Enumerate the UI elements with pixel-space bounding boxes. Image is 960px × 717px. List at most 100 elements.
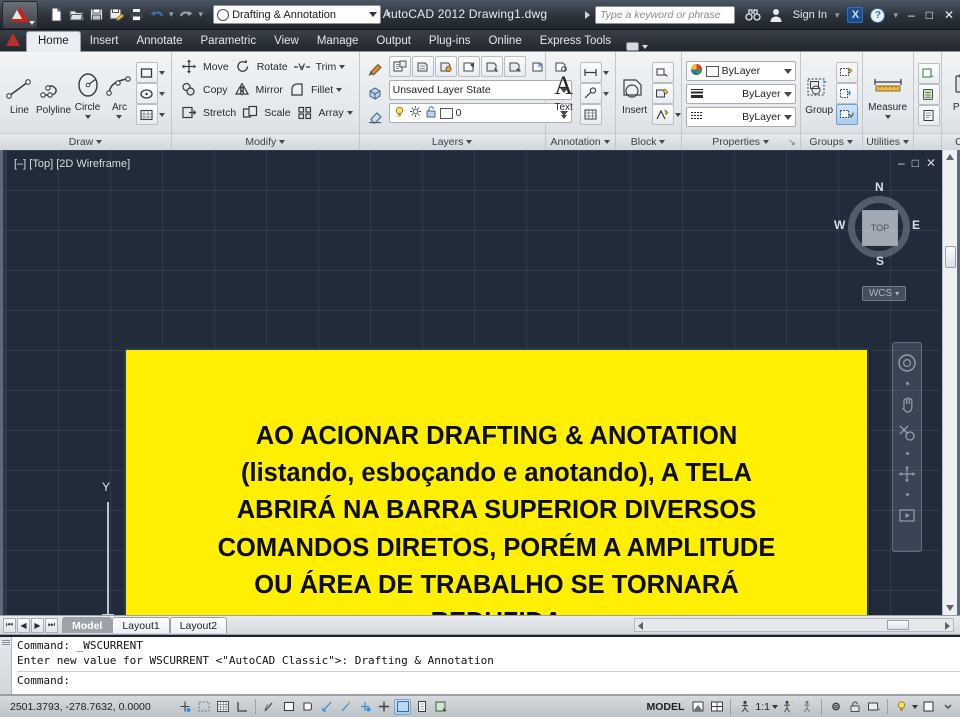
tab-plugins[interactable]: Plug-ins bbox=[420, 32, 480, 51]
chevron-down-icon[interactable] bbox=[346, 110, 353, 115]
ellipse-icon[interactable] bbox=[135, 83, 158, 104]
trim-icon[interactable] bbox=[291, 57, 313, 77]
ribbon-minimize-control[interactable] bbox=[626, 42, 649, 51]
scroll-up-arrow-icon[interactable] bbox=[946, 154, 954, 160]
hatch-icon[interactable] bbox=[135, 104, 158, 125]
edit-block-icon[interactable] bbox=[651, 83, 674, 104]
show-lineweight-icon[interactable] bbox=[394, 698, 411, 715]
dimension-dropdown-caret-icon[interactable] bbox=[602, 62, 611, 83]
measure-button[interactable]: Measure bbox=[867, 68, 909, 119]
drawing-canvas[interactable]: [–] [Top] [2D Wireframe] – □ ✕ Y TOP N S… bbox=[6, 150, 944, 615]
coordinates-display[interactable]: 2501.3793, -278.7632, 0.0000 bbox=[4, 701, 174, 713]
view-cube-east-label[interactable]: E bbox=[912, 218, 920, 232]
transparency-icon[interactable] bbox=[413, 699, 430, 715]
object-snap-icon[interactable] bbox=[280, 699, 297, 715]
layer-previous-icon[interactable] bbox=[457, 56, 480, 77]
panel-title-annotation[interactable]: Annotation bbox=[545, 133, 615, 150]
panel-title-properties[interactable]: Properties ↘ bbox=[681, 133, 800, 150]
tab-annotate[interactable]: Annotate bbox=[127, 32, 191, 51]
open-file-icon[interactable] bbox=[68, 6, 85, 23]
properties-dialog-launcher[interactable]: ↘ bbox=[788, 137, 796, 148]
layer-properties-icon[interactable] bbox=[388, 56, 411, 77]
layer-make-current-icon[interactable] bbox=[411, 56, 434, 77]
chevron-down-icon[interactable] bbox=[336, 87, 343, 92]
polar-tracking-icon[interactable] bbox=[261, 699, 278, 715]
chevron-down-icon[interactable] bbox=[339, 64, 346, 69]
annotation-text-button[interactable]: A Text bbox=[550, 68, 578, 119]
showmotion-icon[interactable] bbox=[896, 505, 918, 525]
panel-title-layers[interactable]: Layers bbox=[359, 133, 545, 150]
minimize-button[interactable]: – bbox=[906, 8, 917, 22]
tab-output[interactable]: Output bbox=[367, 32, 420, 51]
command-prompt[interactable]: Command: bbox=[17, 670, 960, 689]
lightbulb-icon[interactable] bbox=[393, 105, 406, 121]
chevron-down-icon[interactable] bbox=[560, 115, 567, 119]
draw-line-button[interactable]: Line bbox=[4, 71, 35, 116]
ungroup-icon[interactable] bbox=[835, 83, 858, 104]
orbit-icon[interactable] bbox=[896, 464, 918, 484]
panel-title-utilities[interactable]: Utilities bbox=[862, 133, 913, 150]
save-as-icon[interactable] bbox=[108, 6, 125, 23]
view-cube-south-label[interactable]: S bbox=[876, 254, 884, 268]
help-icon[interactable]: ? bbox=[870, 7, 886, 23]
layer-state-combo[interactable]: Unsaved Layer State bbox=[388, 80, 572, 100]
isolate-objects-caret[interactable] bbox=[912, 704, 918, 709]
search-input[interactable]: Type a keyword or phrase bbox=[595, 6, 735, 24]
dimension-icon[interactable] bbox=[579, 62, 602, 83]
clean-screen-icon[interactable] bbox=[920, 699, 937, 715]
properties-linetype-combo[interactable]: ByLayer bbox=[685, 107, 796, 127]
layout-tab-layout2[interactable]: Layout2 bbox=[169, 617, 228, 633]
user-account-icon[interactable] bbox=[769, 7, 786, 24]
sign-in-link[interactable]: Sign In bbox=[793, 9, 827, 21]
vertical-scrollbar[interactable] bbox=[942, 150, 957, 615]
sun-icon[interactable] bbox=[409, 105, 422, 121]
panel-title-block[interactable]: Block bbox=[615, 133, 681, 150]
maximize-button[interactable]: □ bbox=[924, 8, 935, 22]
view-cube[interactable]: TOP N S E W bbox=[834, 180, 920, 272]
fillet-icon[interactable] bbox=[286, 80, 308, 100]
viewport-close-button[interactable]: ✕ bbox=[926, 156, 936, 170]
application-menu-button[interactable] bbox=[2, 0, 38, 29]
layout-tab-model[interactable]: Model bbox=[62, 617, 113, 633]
model-space-label[interactable]: MODEL bbox=[643, 701, 687, 713]
auto-scale-icon[interactable] bbox=[799, 699, 816, 715]
ellipse-dropdown-caret-icon[interactable] bbox=[158, 83, 167, 104]
next-layout-button[interactable]: ▶ bbox=[31, 617, 44, 633]
layer-isolate-icon[interactable] bbox=[480, 56, 503, 77]
array-icon[interactable] bbox=[294, 103, 316, 123]
rectangle-icon[interactable] bbox=[135, 62, 158, 83]
ucs-menu-button[interactable]: WCS ▾ bbox=[862, 286, 906, 301]
quick-properties-icon[interactable] bbox=[432, 699, 449, 715]
modify-copy-label[interactable]: Copy bbox=[203, 84, 228, 96]
previous-layout-button[interactable]: ◀ bbox=[17, 617, 30, 633]
lock-toolbars-icon[interactable] bbox=[846, 699, 863, 715]
panel-title-draw[interactable]: Draw bbox=[0, 133, 171, 150]
draw-polyline-button[interactable]: Polyline bbox=[36, 71, 71, 116]
match-properties-icon[interactable] bbox=[364, 60, 386, 81]
dynamic-input-icon[interactable] bbox=[375, 699, 392, 715]
tab-view[interactable]: View bbox=[265, 32, 308, 51]
layer-unisolate-icon[interactable] bbox=[503, 56, 526, 77]
tab-online[interactable]: Online bbox=[479, 32, 530, 51]
last-layout-button[interactable]: ⏭ bbox=[45, 617, 58, 633]
panel-title-clipboard[interactable]: Clipboard bbox=[941, 133, 960, 150]
tab-express-tools[interactable]: Express Tools bbox=[531, 32, 620, 51]
unlock-icon[interactable] bbox=[425, 105, 437, 121]
save-icon[interactable] bbox=[88, 6, 105, 23]
redo-dropdown-caret-icon[interactable]: ▾ bbox=[199, 9, 204, 20]
undo-icon[interactable] bbox=[148, 6, 165, 23]
close-button[interactable]: ✕ bbox=[942, 8, 956, 22]
edit-attribute-icon[interactable] bbox=[651, 104, 674, 125]
tab-insert[interactable]: Insert bbox=[81, 32, 128, 51]
draw-arc-button[interactable]: Arc bbox=[104, 68, 135, 119]
horizontal-scrollbar[interactable] bbox=[634, 618, 954, 632]
modify-rotate-label[interactable]: Rotate bbox=[257, 61, 288, 73]
viewport-restore-button[interactable]: □ bbox=[912, 156, 919, 170]
chevron-down-icon[interactable] bbox=[884, 115, 891, 119]
layer-match-icon[interactable] bbox=[434, 56, 457, 77]
signin-caret-icon[interactable]: ▾ bbox=[835, 10, 840, 21]
hardware-accel-icon[interactable] bbox=[865, 699, 882, 715]
modify-fillet-label[interactable]: Fillet bbox=[311, 84, 333, 96]
undo-dropdown-caret-icon[interactable]: ▾ bbox=[169, 9, 174, 20]
dynamic-ucs-icon[interactable] bbox=[356, 699, 373, 715]
